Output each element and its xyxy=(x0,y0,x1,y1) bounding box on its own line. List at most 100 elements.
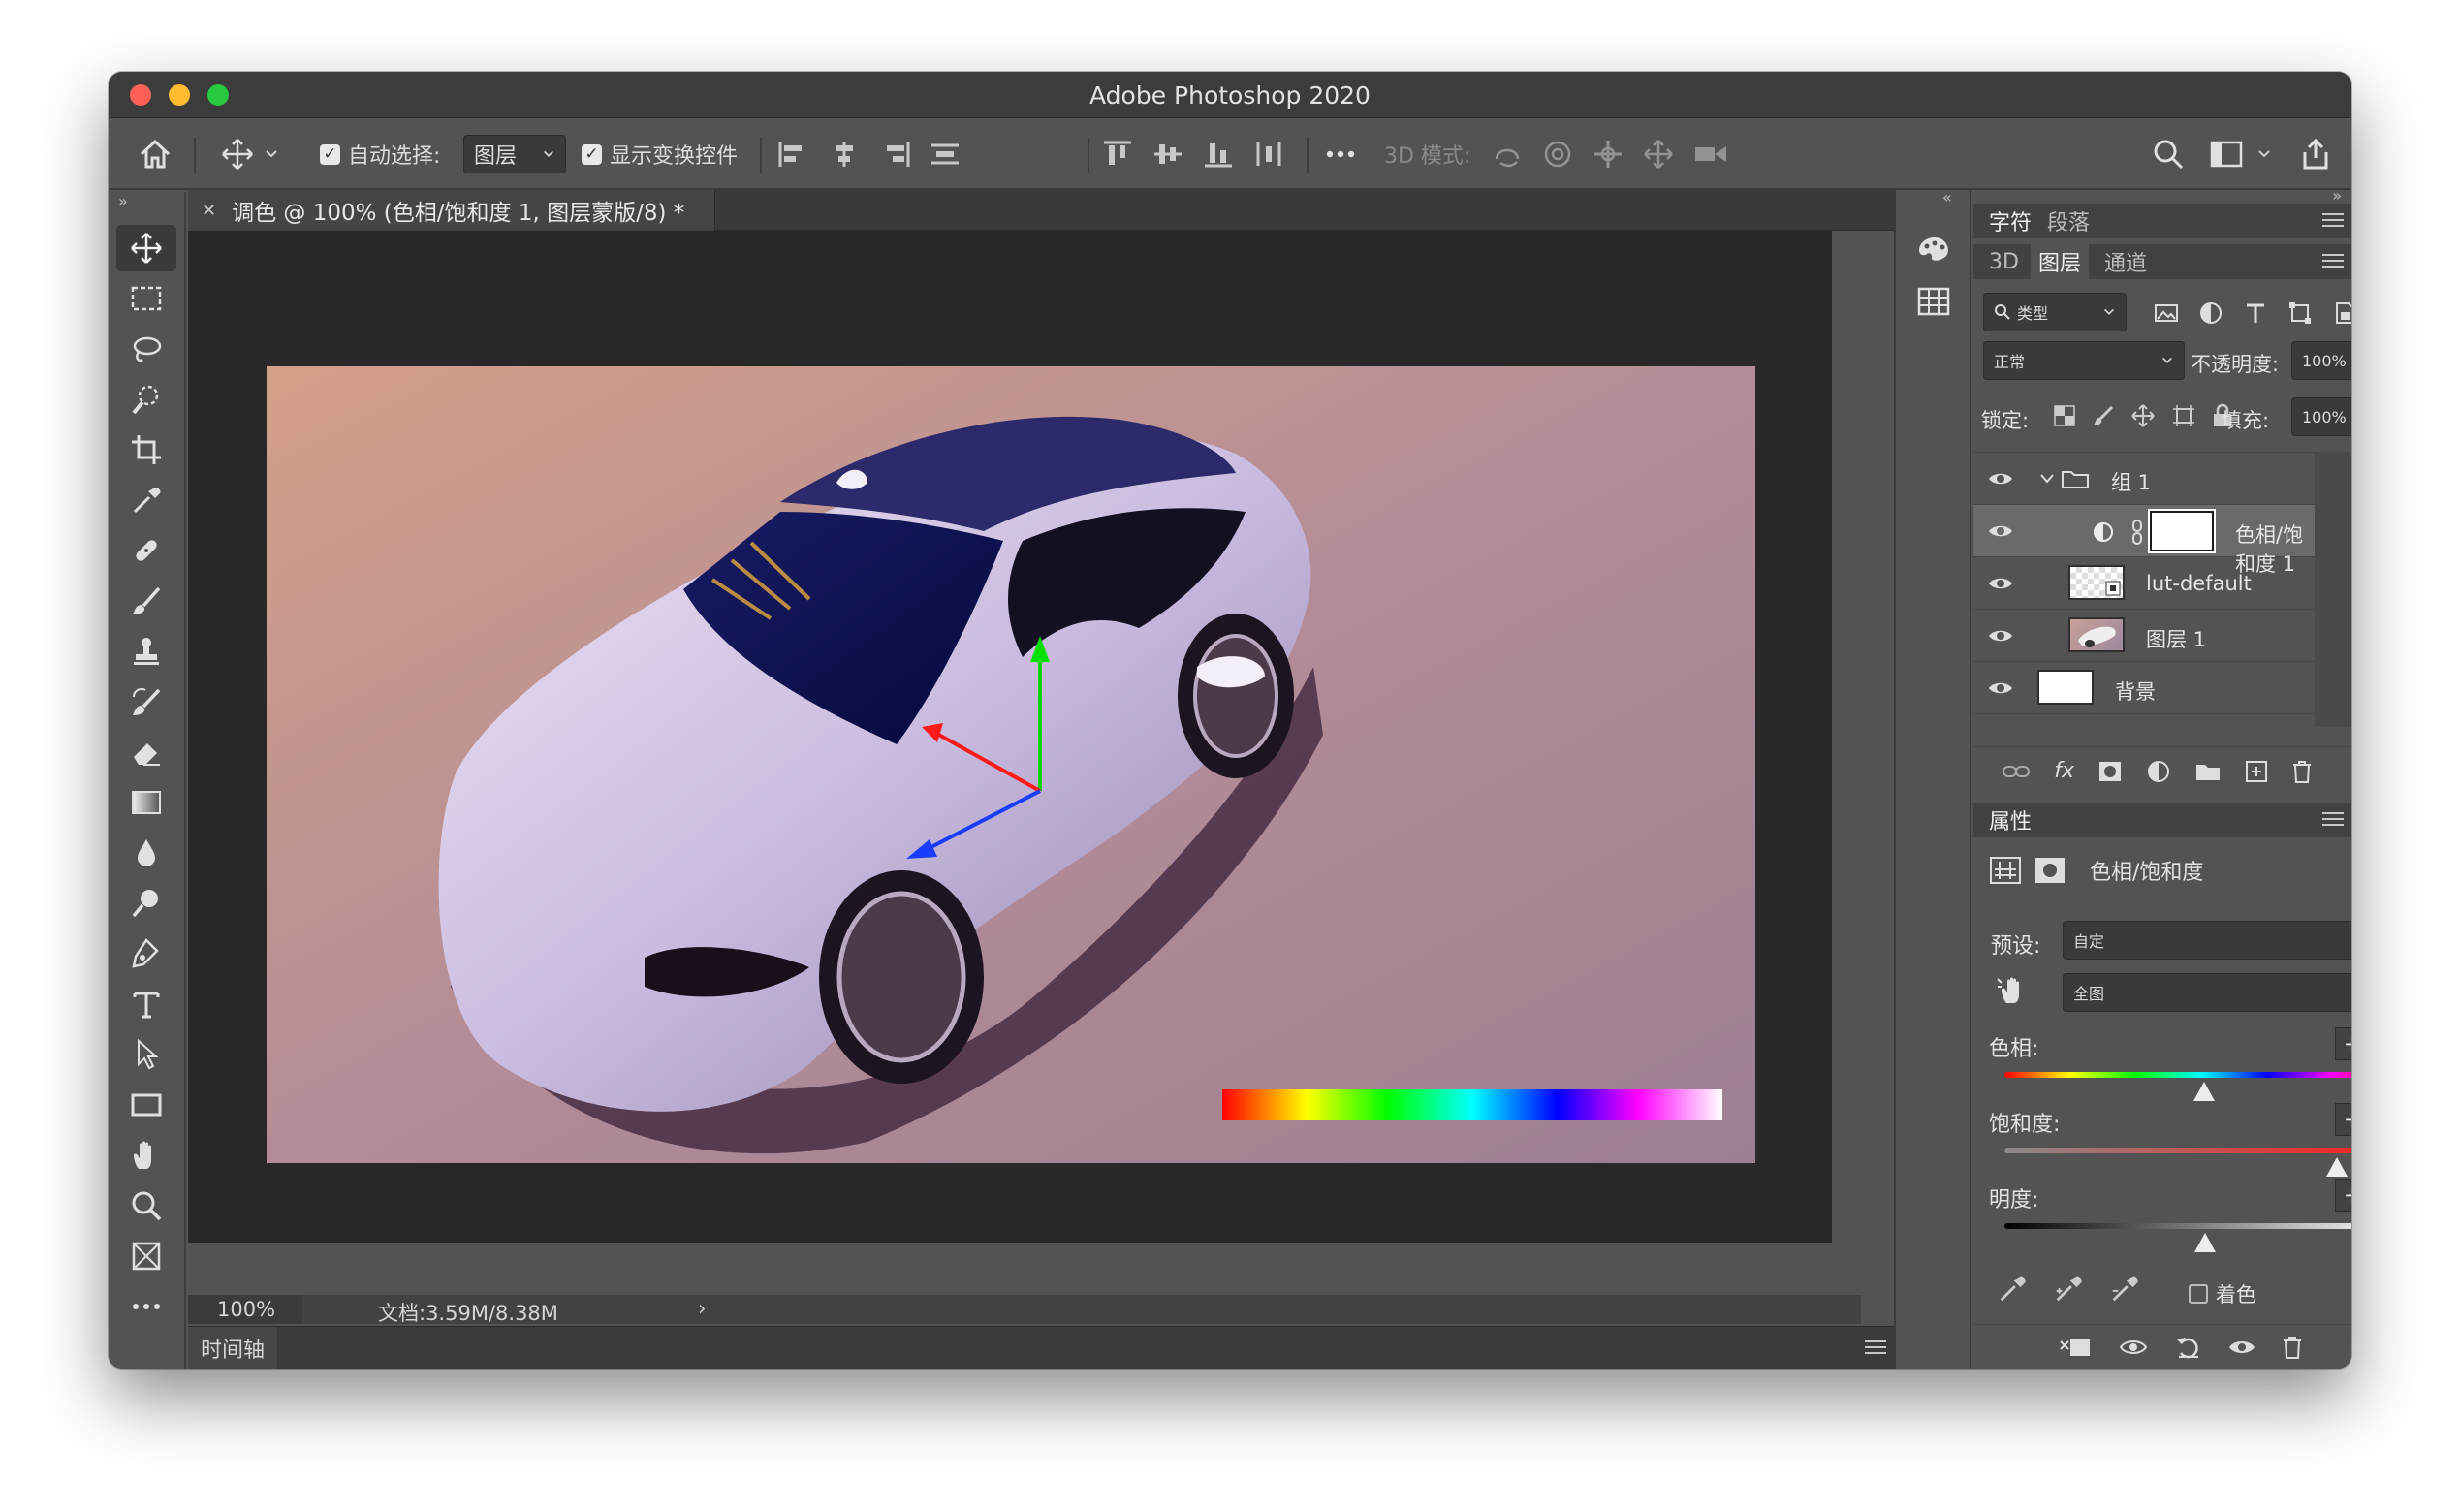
panel-menu-icon[interactable] xyxy=(2322,209,2344,231)
eyedropper-minus-icon[interactable] xyxy=(2109,1274,2140,1305)
share-button[interactable] xyxy=(2299,118,2332,190)
crop-tool[interactable] xyxy=(116,426,176,473)
more-options-button[interactable] xyxy=(1326,118,1355,190)
distribute-icon[interactable] xyxy=(929,140,962,169)
quick-select-tool[interactable] xyxy=(116,376,176,423)
document-tab[interactable]: ✕ 调色 @ 100% (色相/饱和度 1, 图层蒙版/8) * xyxy=(188,190,715,231)
reset-icon[interactable] xyxy=(2175,1334,2202,1361)
tab-channels[interactable]: 通道 xyxy=(2104,246,2147,277)
dodge-tool[interactable] xyxy=(116,880,176,927)
move-tool-preset[interactable] xyxy=(221,118,279,190)
panel-menu-icon[interactable] xyxy=(2322,808,2344,830)
move-tool[interactable] xyxy=(116,225,176,271)
add-mask-icon[interactable] xyxy=(2097,760,2123,783)
show-transform-checkbox[interactable]: ✓ 显示变换控件 xyxy=(582,118,738,190)
adjustment-filter-icon[interactable] xyxy=(2198,300,2223,326)
frame-tool[interactable] xyxy=(116,1233,176,1279)
fill-field[interactable]: 100% xyxy=(2291,397,2351,436)
type-tool[interactable] xyxy=(116,981,176,1027)
visibility-icon[interactable] xyxy=(2227,1338,2256,1357)
collapse-icon[interactable]: » xyxy=(118,192,128,210)
new-layer-icon[interactable] xyxy=(2245,760,2268,783)
eye-icon[interactable] xyxy=(1987,522,2014,540)
preset-dropdown[interactable]: 自定 xyxy=(2063,921,2351,960)
fx-icon[interactable]: fx xyxy=(2054,759,2074,783)
link-layers-icon[interactable] xyxy=(2002,762,2031,781)
document-canvas[interactable] xyxy=(267,366,1755,1163)
layer-row-layer1[interactable]: 图层 1 xyxy=(1973,610,2315,662)
hand-tool[interactable] xyxy=(116,1132,176,1179)
3d-roll-icon[interactable] xyxy=(1541,138,1574,171)
timeline-menu-icon[interactable] xyxy=(1865,1337,1886,1358)
swatches-panel-button[interactable] xyxy=(1917,287,1950,316)
lightness-value-field[interactable]: +2 xyxy=(2335,1179,2351,1212)
image-filter-icon[interactable] xyxy=(2154,300,2179,326)
type-filter-icon[interactable] xyxy=(2243,300,2268,326)
blend-mode-dropdown[interactable]: 正常 xyxy=(1983,341,2185,380)
link-icon[interactable] xyxy=(2130,519,2144,546)
3d-camera-icon[interactable] xyxy=(1692,138,1729,171)
align-bottom-icon[interactable] xyxy=(1202,140,1235,169)
gradient-tool[interactable] xyxy=(116,779,176,826)
trash-icon[interactable] xyxy=(2282,1335,2303,1360)
lasso-tool[interactable] xyxy=(116,326,176,372)
auto-select-dropdown[interactable]: 图层 xyxy=(463,135,566,173)
blur-tool[interactable] xyxy=(116,830,176,876)
search-button[interactable] xyxy=(2152,118,2185,190)
tab-paragraph[interactable]: 段落 xyxy=(2047,205,2090,236)
color-panel-button[interactable] xyxy=(1917,235,1952,264)
eraser-tool[interactable] xyxy=(116,729,176,775)
expand-icon[interactable]: « xyxy=(1942,188,1952,206)
layer-mask-thumbnail[interactable] xyxy=(2150,511,2214,551)
status-arrow-icon[interactable]: › xyxy=(698,1297,706,1320)
layer-list-scrollbar[interactable] xyxy=(2315,452,2351,727)
layer-filter-dropdown[interactable]: 类型 xyxy=(1983,293,2127,331)
healing-brush-tool[interactable] xyxy=(116,527,176,574)
home-button[interactable] xyxy=(138,118,173,190)
marquee-tool[interactable] xyxy=(116,275,176,322)
view-previous-icon[interactable] xyxy=(2117,1336,2150,1359)
lock-pixels-icon[interactable] xyxy=(2092,404,2115,427)
layer-row-group[interactable]: 组 1 xyxy=(1973,453,2315,505)
eye-icon[interactable] xyxy=(1987,679,2014,697)
saturation-slider-handle[interactable] xyxy=(2326,1157,2349,1177)
distribute-v-icon[interactable] xyxy=(1252,140,1285,169)
targeted-adjustment-button[interactable] xyxy=(1995,973,2028,1006)
align-hcenter-icon[interactable] xyxy=(828,140,861,169)
lock-transparency-icon[interactable] xyxy=(2053,404,2076,427)
lightness-slider[interactable] xyxy=(2004,1223,2351,1229)
align-right-icon[interactable] xyxy=(878,140,911,169)
pen-tool[interactable] xyxy=(116,930,176,977)
eye-icon[interactable] xyxy=(1987,627,2014,645)
path-select-tool[interactable] xyxy=(116,1031,176,1078)
timeline-tab[interactable]: 时间轴 xyxy=(188,1327,277,1369)
clip-to-layer-icon[interactable] xyxy=(2059,1336,2092,1359)
edit-toolbar-button[interactable] xyxy=(116,1283,176,1330)
eyedropper-tool[interactable] xyxy=(116,477,176,523)
lock-artboard-icon[interactable] xyxy=(2171,403,2196,428)
channel-dropdown[interactable]: 全图 xyxy=(2063,973,2351,1012)
align-top-icon[interactable] xyxy=(1101,140,1134,169)
tab-properties[interactable]: 属性 xyxy=(1989,804,2032,835)
layer-row-hue-saturation[interactable]: 色相/饱和度 1 xyxy=(1973,505,2315,576)
hue-slider[interactable] xyxy=(2004,1072,2351,1078)
mask-icon[interactable] xyxy=(2034,856,2066,885)
tab-character[interactable]: 字符 xyxy=(1989,205,2032,236)
align-left-icon[interactable] xyxy=(777,140,810,169)
saturation-value-field[interactable]: +69 xyxy=(2335,1103,2351,1136)
eyedropper-icon[interactable] xyxy=(1997,1274,2028,1305)
layer-row-lut[interactable]: lut-default xyxy=(1973,557,2315,610)
lock-position-icon[interactable] xyxy=(2130,403,2156,428)
panel-menu-icon[interactable] xyxy=(2322,250,2344,271)
layer-row-background[interactable]: 背景 xyxy=(1973,662,2315,714)
new-group-icon[interactable] xyxy=(2194,761,2222,782)
opacity-field[interactable]: 100% xyxy=(2291,341,2351,380)
align-vcenter-icon[interactable] xyxy=(1151,140,1184,169)
hue-slider-handle[interactable] xyxy=(2193,1082,2216,1101)
clone-stamp-tool[interactable] xyxy=(116,628,176,675)
eye-icon[interactable] xyxy=(1987,575,2014,592)
auto-select-checkbox[interactable]: ✓ 自动选择: xyxy=(320,118,440,190)
history-brush-tool[interactable] xyxy=(116,678,176,725)
eye-icon[interactable] xyxy=(1987,470,2014,488)
colorize-checkbox[interactable]: 着色 xyxy=(2189,1279,2256,1308)
